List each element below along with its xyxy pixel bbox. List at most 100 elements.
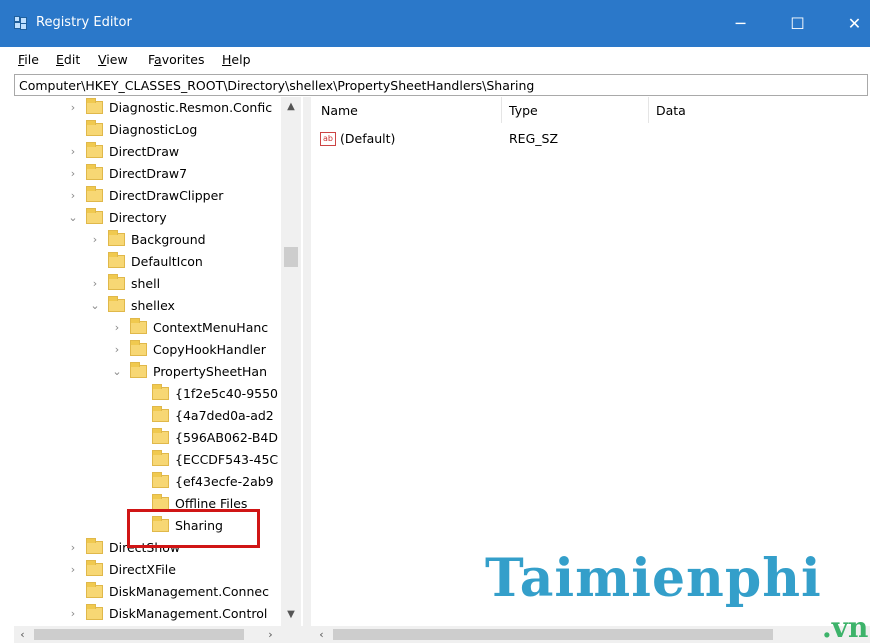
tree-item-label: DiagnosticLog — [109, 122, 198, 137]
folder-icon — [86, 582, 103, 598]
column-data[interactable]: Data — [656, 103, 686, 118]
collapse-chevron-icon[interactable]: ⌄ — [68, 207, 78, 229]
tree-item[interactable]: {1f2e5c40-9550 — [14, 383, 303, 405]
tree-item[interactable]: › DirectDraw7 — [14, 163, 303, 185]
tree-vertical-scrollbar[interactable]: ▲ ▼ — [281, 97, 301, 626]
scroll-thumb[interactable] — [333, 629, 773, 640]
column-divider[interactable] — [648, 97, 649, 123]
registry-editor-icon — [14, 16, 29, 30]
scroll-up-icon[interactable]: ▲ — [281, 101, 301, 112]
list-horizontal-scrollbar[interactable]: ‹ — [311, 626, 870, 643]
folder-icon — [108, 230, 125, 246]
folder-icon — [152, 472, 169, 488]
minimize-button[interactable]: ─ — [712, 0, 769, 47]
expand-chevron-icon[interactable]: › — [68, 537, 78, 559]
expand-chevron-icon[interactable]: › — [112, 317, 122, 339]
tree-item-label: {ECCDF543-45C — [175, 452, 279, 467]
collapse-chevron-icon[interactable]: ⌄ — [112, 361, 122, 383]
tree-item-label: DefaultIcon — [131, 254, 203, 269]
string-value-icon: ab — [320, 132, 336, 146]
folder-icon — [108, 252, 125, 268]
pane-splitter[interactable] — [303, 97, 311, 643]
value-type[interactable]: REG_SZ — [509, 131, 558, 146]
tree-item[interactable]: › Background — [14, 229, 303, 251]
expand-chevron-icon[interactable]: › — [112, 339, 122, 361]
folder-icon — [86, 120, 103, 136]
tree-item[interactable]: DiagnosticLog — [14, 119, 303, 141]
tree-horizontal-scrollbar[interactable]: ‹ › — [14, 626, 303, 643]
column-type[interactable]: Type — [509, 103, 538, 118]
close-button[interactable]: ✕ — [826, 0, 870, 47]
column-name[interactable]: Name — [321, 103, 358, 118]
tree-item[interactable]: › ContextMenuHanc — [14, 317, 303, 339]
tree-item[interactable]: › Diagnostic.Resmon.Confic — [14, 97, 303, 119]
tree-item[interactable]: ⌄ PropertySheetHan — [14, 361, 303, 383]
expand-chevron-icon[interactable]: › — [90, 273, 100, 295]
tree-item-label: DiskManagement.Connec — [109, 584, 269, 599]
folder-icon — [130, 340, 147, 356]
tree-item[interactable]: › shell — [14, 273, 303, 295]
folder-icon — [152, 384, 169, 400]
folder-icon — [152, 450, 169, 466]
scroll-down-icon[interactable]: ▼ — [281, 609, 301, 620]
sharing-highlight-box — [127, 509, 260, 548]
folder-icon — [86, 560, 103, 576]
tree-item[interactable]: › DiskManagement.Control — [14, 603, 303, 625]
expand-chevron-icon[interactable]: › — [68, 97, 78, 119]
scroll-right-icon[interactable]: › — [262, 626, 279, 643]
tree-item[interactable]: › DirectDraw — [14, 141, 303, 163]
tree-item-label: Diagnostic.Resmon.Confic — [109, 100, 273, 115]
expand-chevron-icon[interactable]: › — [68, 603, 78, 625]
menu-edit[interactable]: Edit — [56, 52, 80, 67]
value-name[interactable]: (Default) — [340, 131, 395, 146]
tree-item-label: {4a7ded0a-ad2 — [175, 408, 274, 423]
folder-icon — [86, 208, 103, 224]
tree-item[interactable]: ⌄ Directory — [14, 207, 303, 229]
folder-icon — [86, 604, 103, 620]
tree-item-label: CopyHookHandler — [153, 342, 266, 357]
tree-item[interactable]: {ECCDF543-45C — [14, 449, 303, 471]
tree-item[interactable]: {4a7ded0a-ad2 — [14, 405, 303, 427]
tree-item-label: DirectXFile — [109, 562, 176, 577]
tree-item[interactable]: › CopyHookHandler — [14, 339, 303, 361]
tree-item-label: {596AB062-B4D — [175, 430, 279, 445]
maximize-button[interactable]: ☐ — [769, 0, 826, 47]
tree-item[interactable]: ⌄ shellex — [14, 295, 303, 317]
menu-help[interactable]: Help — [222, 52, 251, 67]
menu-view[interactable]: View — [98, 52, 128, 67]
folder-icon — [86, 98, 103, 114]
watermark-logo: Taimienphi — [485, 548, 822, 609]
window-title: Registry Editor — [36, 15, 132, 30]
menu-favorites[interactable]: Favorites — [148, 52, 204, 67]
scroll-thumb[interactable] — [34, 629, 244, 640]
tree-item-label: DirectDraw7 — [109, 166, 188, 181]
tree-item[interactable]: {596AB062-B4D — [14, 427, 303, 449]
tree-item-label: DiskManagement.Control — [109, 606, 268, 621]
tree-item-label: {1f2e5c40-9550 — [175, 386, 279, 401]
tree-item[interactable]: › DirectDrawClipper — [14, 185, 303, 207]
tree-item-label: Background — [131, 232, 206, 247]
tree-item-label: ContextMenuHanc — [153, 320, 269, 335]
folder-icon — [86, 164, 103, 180]
tree-item-label: DirectDrawClipper — [109, 188, 224, 203]
folder-icon — [130, 362, 147, 378]
scroll-thumb[interactable] — [284, 247, 298, 267]
watermark-domain: .vn — [822, 611, 869, 644]
collapse-chevron-icon[interactable]: ⌄ — [90, 295, 100, 317]
tree-item[interactable]: › DirectXFile — [14, 559, 303, 581]
address-bar[interactable]: Computer\HKEY_CLASSES_ROOT\Directory\she… — [14, 74, 868, 96]
expand-chevron-icon[interactable]: › — [68, 185, 78, 207]
tree-item[interactable]: {ef43ecfe-2ab9 — [14, 471, 303, 493]
menu-file[interactable]: File — [18, 52, 39, 67]
column-divider[interactable] — [501, 97, 502, 123]
tree-item[interactable]: DefaultIcon — [14, 251, 303, 273]
expand-chevron-icon[interactable]: › — [90, 229, 100, 251]
tree-item[interactable]: DiskManagement.Connec — [14, 581, 303, 603]
expand-chevron-icon[interactable]: › — [68, 141, 78, 163]
folder-icon — [86, 142, 103, 158]
expand-chevron-icon[interactable]: › — [68, 559, 78, 581]
title-bar: Registry Editor ─ ☐ ✕ — [0, 0, 870, 47]
scroll-left-icon[interactable]: ‹ — [14, 626, 31, 643]
scroll-left-icon[interactable]: ‹ — [313, 626, 330, 643]
expand-chevron-icon[interactable]: › — [68, 163, 78, 185]
